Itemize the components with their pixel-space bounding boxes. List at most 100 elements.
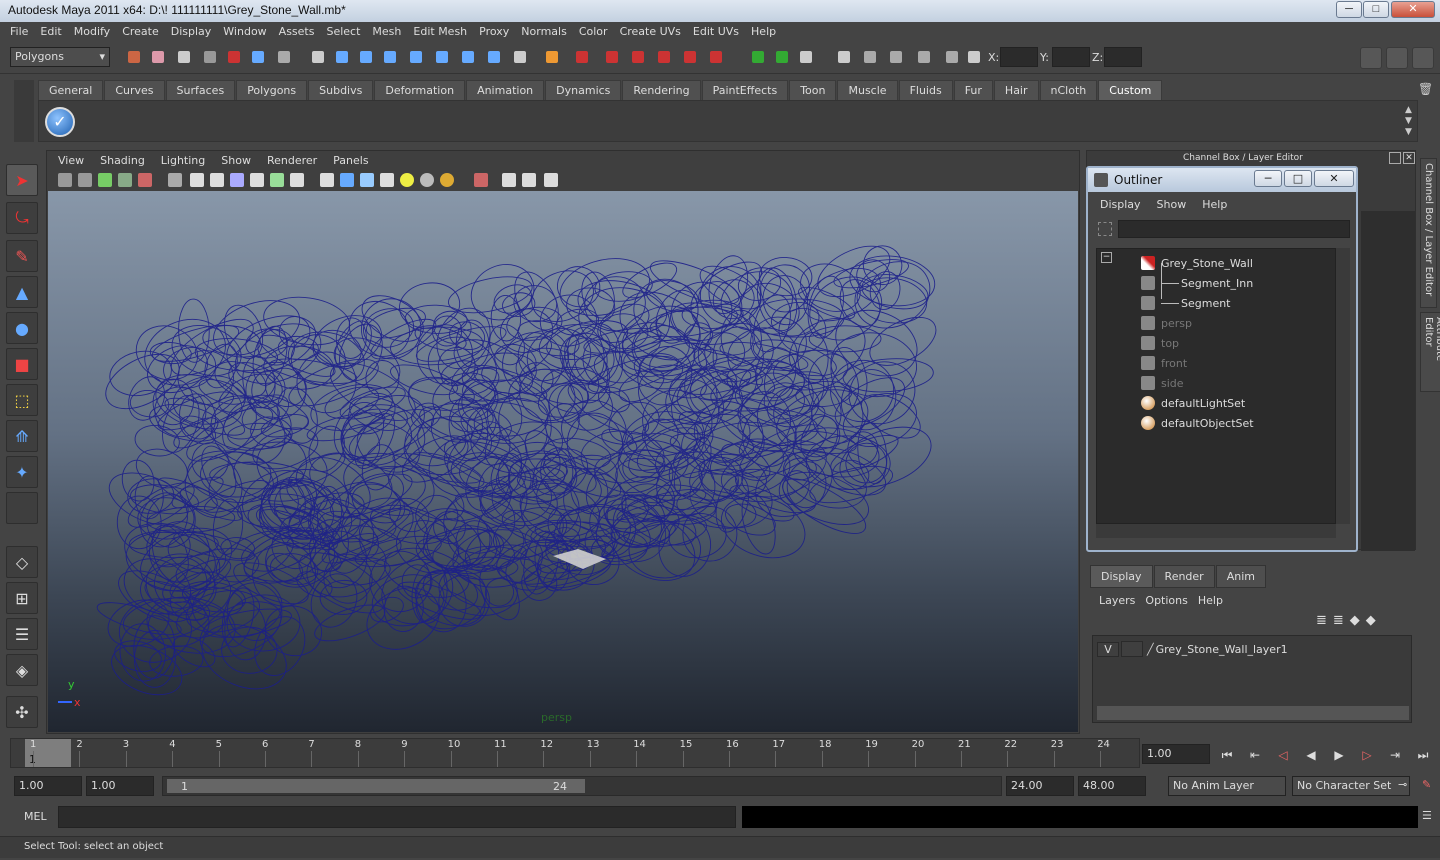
panel-tool-icon[interactable]	[138, 173, 152, 187]
statusline-tool-icon[interactable]	[278, 51, 290, 63]
menu-display[interactable]: Display	[165, 22, 218, 42]
layer-type[interactable]	[1121, 641, 1143, 657]
select-tool-icon[interactable]: ➤	[6, 164, 38, 196]
outliner-minimize-button[interactable]: ─	[1254, 170, 1282, 187]
panel-tool-icon[interactable]	[474, 173, 488, 187]
outliner-maximize-button[interactable]: □	[1284, 170, 1312, 187]
float-icon[interactable]	[1389, 152, 1401, 164]
shelf-tab-general[interactable]: General	[38, 80, 104, 100]
close-panel-icon[interactable]: ✕	[1403, 152, 1415, 164]
statusline-tool-icon[interactable]	[968, 51, 980, 63]
statusline-tool-icon[interactable]	[128, 51, 140, 63]
panel-tool-icon[interactable]	[190, 173, 204, 187]
outliner-item[interactable]: side	[1161, 373, 1184, 393]
play-forward-icon[interactable]: ▶	[1328, 744, 1350, 766]
mel-label[interactable]: MEL	[24, 810, 47, 823]
shelf-tab-toon[interactable]: Toon	[789, 80, 837, 100]
menu-select[interactable]: Select	[320, 22, 366, 42]
panel-tool-icon[interactable]	[440, 173, 454, 187]
layer-tab-display[interactable]: Display	[1090, 565, 1153, 588]
outliner-item[interactable]: front	[1161, 353, 1187, 373]
panel-tool-icon[interactable]	[58, 173, 72, 187]
outliner-item[interactable]: defaultObjectSet	[1161, 413, 1254, 433]
panel-tool-icon[interactable]	[230, 173, 244, 187]
layer-menu-help[interactable]: Help	[1193, 594, 1228, 607]
shelf-tab-ncloth[interactable]: nCloth	[1039, 80, 1098, 100]
paint-select-icon[interactable]: ✎	[6, 240, 38, 272]
layer-visibility[interactable]: V	[1097, 641, 1119, 657]
go-start-icon[interactable]: ⏮	[1216, 744, 1238, 766]
range-slider[interactable]: 1 24	[162, 776, 1002, 796]
tab-channel-box[interactable]: Channel Box / Layer Editor	[1420, 158, 1437, 308]
outliner-item[interactable]: Segment	[1181, 293, 1231, 313]
shelf-scroll-icon[interactable]: ▲ ▼ ▼	[1405, 105, 1417, 139]
shelf-tab-dynamics[interactable]: Dynamics	[545, 80, 622, 100]
shelf-tab-fur[interactable]: Fur	[953, 80, 993, 100]
statusline-tool-icon[interactable]	[488, 51, 500, 63]
panel-tool-icon[interactable]	[380, 173, 394, 187]
panel-tool-icon[interactable]	[78, 173, 92, 187]
statusline-tool-icon[interactable]	[752, 51, 764, 63]
step-back-icon[interactable]: ◁	[1272, 744, 1294, 766]
script-editor-icon[interactable]: ☰	[1422, 809, 1432, 822]
menu-edit[interactable]: Edit	[34, 22, 67, 42]
statusline-tool-icon[interactable]	[178, 51, 190, 63]
tab-attribute-editor[interactable]: Attribute Editor	[1420, 312, 1440, 392]
layer-action-icons[interactable]: ≣≣◆◆	[1316, 613, 1406, 629]
statusline-tool-icon[interactable]	[546, 51, 558, 63]
statusline-tool-icon[interactable]	[152, 51, 164, 63]
statusline-tool-icon[interactable]	[918, 51, 930, 63]
panel-tool-icon[interactable]	[522, 173, 536, 187]
panel-tool-icon[interactable]	[502, 173, 516, 187]
soft-mod-icon[interactable]: ⟰	[6, 420, 38, 452]
statusline-tool-icon[interactable]	[252, 51, 264, 63]
statusline-tool-icon[interactable]	[864, 51, 876, 63]
outliner-item[interactable]: top	[1161, 333, 1179, 353]
manipulator-icon[interactable]: ⬚	[6, 384, 38, 416]
menu-color[interactable]: Color	[573, 22, 614, 42]
key-icon[interactable]: ⊸	[1398, 778, 1407, 791]
menu-edit-uvs[interactable]: Edit UVs	[687, 22, 745, 42]
outliner-item[interactable]: Grey_Stone_Wall	[1161, 253, 1253, 273]
statusline-tool-icon[interactable]	[384, 51, 396, 63]
panel-menu-view[interactable]: View	[50, 152, 92, 170]
end-time-field[interactable]: 48.00	[1078, 776, 1146, 796]
shelf-tab-deformation[interactable]: Deformation	[374, 80, 466, 100]
current-time-field[interactable]: 1.00	[1142, 744, 1210, 764]
panel-menu-renderer[interactable]: Renderer	[259, 152, 325, 170]
panel-tool-icon[interactable]	[340, 173, 354, 187]
statusline-tool-icon[interactable]	[710, 51, 722, 63]
filter-icon[interactable]	[1098, 222, 1112, 236]
statusline-tool-icon[interactable]	[658, 51, 670, 63]
mel-input[interactable]	[58, 806, 736, 828]
x-field[interactable]	[1000, 47, 1038, 67]
last-tool-icon[interactable]	[6, 492, 38, 524]
outliner-item[interactable]: defaultLightSet	[1161, 393, 1245, 413]
layer-menu-options[interactable]: Options	[1140, 594, 1192, 607]
panel-tool-icon[interactable]	[420, 173, 434, 187]
minimize-button[interactable]: ─	[1336, 1, 1362, 18]
outliner-menu-show[interactable]: Show	[1149, 198, 1195, 211]
hypershade-icon[interactable]: ✣	[6, 696, 38, 728]
outliner-menu-help[interactable]: Help	[1194, 198, 1235, 211]
anim-layer-dropdown[interactable]: No Anim Layer	[1168, 776, 1286, 796]
panel-tool-icon[interactable]	[250, 173, 264, 187]
shelf-options-icon[interactable]	[14, 80, 34, 142]
shelf-tab-custom[interactable]: Custom	[1098, 80, 1163, 100]
panel-tool-icon[interactable]	[118, 173, 132, 187]
range-end-field[interactable]: 24.00	[1006, 776, 1074, 796]
shelf-tab-painteffects[interactable]: PaintEffects	[701, 80, 789, 100]
menuset-dropdown[interactable]: Polygons ▾	[10, 47, 110, 67]
outliner-layout-icon[interactable]: ☰	[6, 618, 38, 650]
menu-file[interactable]: File	[4, 22, 34, 42]
shelf-tab-muscle[interactable]: Muscle	[837, 80, 898, 100]
shelf-tab-hair[interactable]: Hair	[993, 80, 1039, 100]
panel-tool-icon[interactable]	[210, 173, 224, 187]
layer-tab-anim[interactable]: Anim	[1215, 565, 1266, 588]
statusline-tool-icon[interactable]	[632, 51, 644, 63]
menu-normals[interactable]: Normals	[515, 22, 573, 42]
outliner-menu-display[interactable]: Display	[1092, 198, 1149, 211]
collapse-icon[interactable]: −	[1101, 252, 1112, 263]
maximize-button[interactable]: □	[1363, 1, 1389, 18]
play-back-icon[interactable]: ◀	[1300, 744, 1322, 766]
